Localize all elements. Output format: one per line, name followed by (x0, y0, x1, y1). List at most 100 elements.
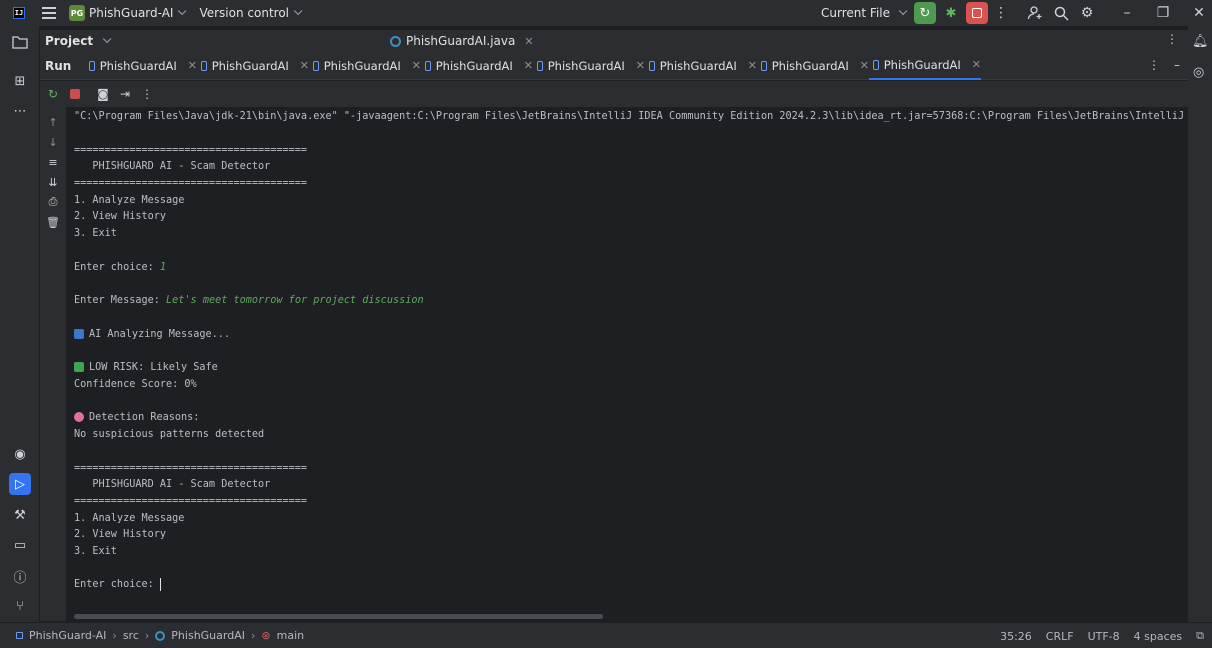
print-icon[interactable]: ⎙ (45, 194, 61, 210)
more-actions-icon[interactable]: ⋮ (988, 2, 1014, 24)
run-config-icon (201, 60, 207, 71)
soft-wrap-icon[interactable]: ≡ (45, 154, 61, 170)
chevron-down-icon[interactable] (293, 6, 303, 16)
console-user-input: Let's meet tomorrow for project discussi… (166, 295, 424, 306)
breadcrumb-separator-icon: › (112, 629, 117, 642)
run-tab-label: PhishGuardAI (659, 58, 737, 73)
notifications-bell-icon[interactable]: 🔔︎ (1192, 34, 1209, 49)
breadcrumb-item[interactable]: src (123, 629, 139, 642)
brain-icon (74, 412, 84, 422)
console-output[interactable]: "C:\Program Files\Java\jdk-21\bin\java.e… (66, 107, 1188, 621)
breadcrumb-item[interactable]: PhishGuardAI (171, 629, 245, 642)
editor-more-icon[interactable]: ⋮ (1166, 32, 1178, 46)
run-tab[interactable]: PhishGuardAI ✕ (309, 52, 421, 80)
problems-icon[interactable]: ⓘ (9, 565, 31, 587)
close-run-tab-icon[interactable]: ✕ (524, 59, 533, 72)
run-controls: ↻ ◙ ⇥ ⋮ (40, 81, 1188, 107)
run-tab[interactable]: PhishGuardAI ✕ (533, 52, 645, 80)
scroll-down-icon[interactable]: ↓ (45, 134, 61, 150)
run-panel-header: Run PhishGuardAI ✕ PhishGuardAI ✕ PhishGua… (40, 51, 1188, 80)
run-tab[interactable]: PhishGuardAI ✕ (645, 52, 757, 80)
restore-window-icon[interactable]: ❐ (1150, 2, 1176, 24)
run-tab-label: PhishGuardAI (883, 57, 961, 72)
line-separator[interactable]: CRLF (1046, 630, 1074, 643)
run-tab[interactable]: PhishGuardAI ✕ (421, 52, 533, 80)
run-tab[interactable]: PhishGuardAI ✕ (757, 52, 869, 80)
console-menu-item: 3. Exit (74, 228, 117, 239)
console-prompt: Enter choice: (74, 579, 160, 590)
stop-button[interactable] (966, 2, 988, 24)
project-name[interactable]: PhishGuard-AI (89, 6, 173, 20)
run-tab-label: PhishGuardAI (211, 58, 289, 73)
breadcrumb-separator-icon: › (144, 629, 150, 642)
read-only-lock-icon[interactable]: ⧉ (1196, 629, 1204, 643)
console-gutter: ↑ ↓ ≡ ⇊ ⎙ 🗑︎ (40, 107, 66, 621)
indent-setting[interactable]: 4 spaces (1134, 630, 1183, 643)
close-run-tab-icon[interactable]: ✕ (748, 59, 757, 72)
terminal-icon[interactable]: ▭ (9, 534, 31, 556)
scroll-to-end-icon[interactable]: ⇊ (45, 174, 61, 190)
rerun-button[interactable]: ↻ (914, 2, 936, 24)
chevron-down-icon[interactable] (178, 6, 187, 16)
stop-icon[interactable] (66, 85, 84, 103)
project-badge[interactable]: PG (69, 5, 85, 21)
version-control-menu[interactable]: Version control (199, 6, 289, 20)
settings-gear-icon[interactable]: ⚙ (1074, 2, 1100, 24)
run-config-selector[interactable]: Current File (821, 6, 908, 20)
close-run-tab-icon[interactable]: ✕ (860, 59, 869, 72)
build-hammer-icon[interactable]: ⚒ (9, 504, 31, 526)
text-cursor (159, 577, 162, 591)
services-icon[interactable]: ◉ (9, 443, 31, 465)
breadcrumb-item[interactable]: PhishGuard-AI (29, 629, 106, 642)
close-run-tab-icon[interactable]: ✕ (412, 59, 421, 72)
debug-icon[interactable]: ✱ (940, 2, 962, 24)
chevron-down-icon (102, 34, 112, 44)
clear-trash-icon[interactable]: 🗑︎ (45, 214, 61, 230)
minimize-icon[interactable]: – (1114, 2, 1140, 24)
console-user-input: 1 (159, 262, 167, 273)
rerun-icon[interactable]: ↻ (44, 85, 62, 103)
close-run-tab-icon[interactable]: ✕ (636, 59, 645, 72)
camera-icon[interactable]: ◙ (94, 85, 112, 103)
breadcrumb-item[interactable]: main (277, 629, 304, 642)
console-text: Detection Reasons: (89, 412, 200, 423)
editor-tab-label: PhishGuardAI.java (406, 34, 516, 48)
intellij-logo-icon[interactable]: IJ (13, 7, 25, 19)
left-tool-strip: ⊞ ⋯ ◉ ▷ ⚒ ▭ ⓘ ⑂ (0, 26, 40, 622)
main-menu-icon[interactable] (42, 7, 56, 19)
close-window-icon[interactable]: ✕ (1186, 2, 1212, 24)
close-tab-icon[interactable]: ✕ (524, 35, 533, 48)
structure-icon[interactable]: ⊞ (9, 70, 31, 92)
run-config-icon (537, 60, 543, 71)
exit-icon[interactable]: ⇥ (116, 85, 134, 103)
console-separator: ====================================== (74, 178, 308, 189)
status-bar: PhishGuard-AI › src › PhishGuardAI › ⊛ m… (0, 622, 1212, 648)
console-message-line: Enter Message: Let's meet tomorrow for p… (74, 293, 424, 309)
git-branch-icon[interactable]: ⑂ (9, 595, 31, 617)
run-tab[interactable]: PhishGuardAI ✕ (197, 52, 309, 80)
close-run-tab-icon[interactable]: ✕ (300, 59, 309, 72)
method-icon: ⊛ (261, 629, 271, 642)
editor-tab[interactable]: PhishGuardAI.java ✕ (390, 30, 534, 52)
cursor-position[interactable]: 35:26 (1000, 630, 1032, 643)
run-panel-options-icon[interactable]: ⋮ (1148, 58, 1160, 72)
file-encoding[interactable]: UTF-8 (1088, 630, 1120, 643)
run-tool-icon[interactable]: ▷ (9, 473, 31, 495)
horizontal-scrollbar[interactable] (74, 614, 603, 619)
project-folder-icon[interactable] (9, 31, 31, 53)
run-panel-title: Run (45, 58, 72, 73)
close-run-tab-icon[interactable]: ✕ (972, 58, 981, 71)
title-bar: IJ PG PhishGuard-AI Version control Curr… (0, 0, 1212, 26)
close-run-tab-icon[interactable]: ✕ (188, 59, 197, 72)
hide-panel-icon[interactable]: – (1174, 58, 1180, 72)
more-tools-icon[interactable]: ⋯ (9, 100, 31, 122)
run-tab-active[interactable]: PhishGuardAI ✕ (869, 51, 981, 80)
run-config-icon (89, 60, 95, 71)
project-panel-toggle[interactable]: Project (45, 34, 112, 48)
run-more-icon[interactable]: ⋮ (138, 85, 156, 103)
run-tab[interactable]: PhishGuardAI ✕ (85, 52, 197, 80)
scroll-up-icon[interactable]: ↑ (45, 114, 61, 130)
search-icon[interactable] (1048, 2, 1074, 24)
ai-assistant-icon[interactable]: ◎ (1193, 65, 1204, 80)
add-user-icon[interactable] (1022, 2, 1048, 24)
